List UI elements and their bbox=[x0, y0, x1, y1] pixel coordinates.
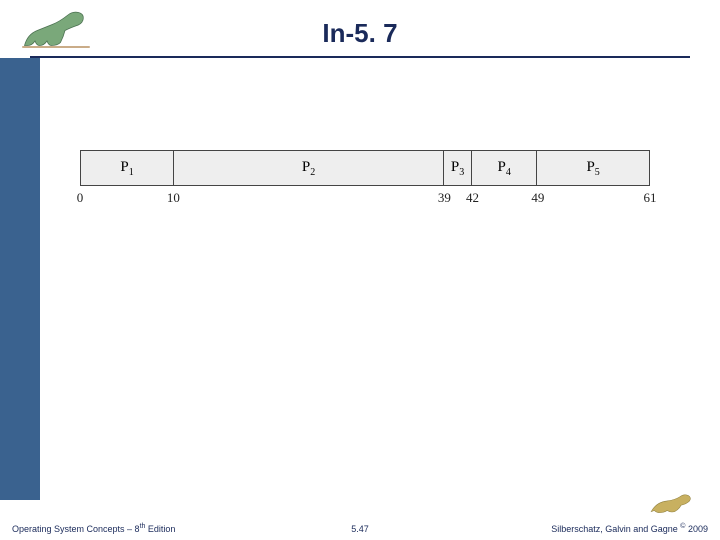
slide-title: In-5. 7 bbox=[0, 18, 720, 49]
gantt-ticks: 0 10 39 42 49 61 bbox=[80, 190, 650, 208]
tick-61: 61 bbox=[644, 190, 657, 206]
title-underline bbox=[30, 56, 690, 58]
seg-label: P2 bbox=[302, 159, 315, 178]
gantt-seg-p3: P3 bbox=[444, 151, 472, 185]
gantt-seg-p2: P2 bbox=[174, 151, 444, 185]
gantt-bar: P1 P2 P3 P4 P5 bbox=[80, 150, 650, 186]
tick-49: 49 bbox=[531, 190, 544, 206]
tick-39: 39 bbox=[438, 190, 451, 206]
gantt-chart: P1 P2 P3 P4 P5 0 10 39 42 49 61 bbox=[80, 150, 650, 208]
footer-right: Silberschatz, Galvin and Gagne © 2009 bbox=[551, 523, 708, 534]
footer-left: Operating System Concepts – 8th Edition bbox=[12, 523, 175, 534]
tick-42: 42 bbox=[466, 190, 479, 206]
seg-label: P1 bbox=[120, 159, 133, 178]
slide: In-5. 7 P1 P2 P3 P4 P5 0 10 39 42 bbox=[0, 0, 720, 540]
left-sidebar bbox=[0, 58, 40, 500]
gantt-seg-p5: P5 bbox=[537, 151, 649, 185]
seg-label: P3 bbox=[451, 159, 464, 178]
tick-10: 10 bbox=[167, 190, 180, 206]
seg-label: P5 bbox=[586, 159, 599, 178]
seg-label: P4 bbox=[497, 159, 510, 178]
gantt-seg-p1: P1 bbox=[81, 151, 174, 185]
footer-page-number: 5.47 bbox=[351, 524, 369, 534]
slide-footer: Operating System Concepts – 8th Edition … bbox=[0, 518, 720, 536]
dinosaur-small-icon bbox=[645, 486, 700, 518]
gantt-seg-p4: P4 bbox=[472, 151, 537, 185]
tick-0: 0 bbox=[77, 190, 84, 206]
